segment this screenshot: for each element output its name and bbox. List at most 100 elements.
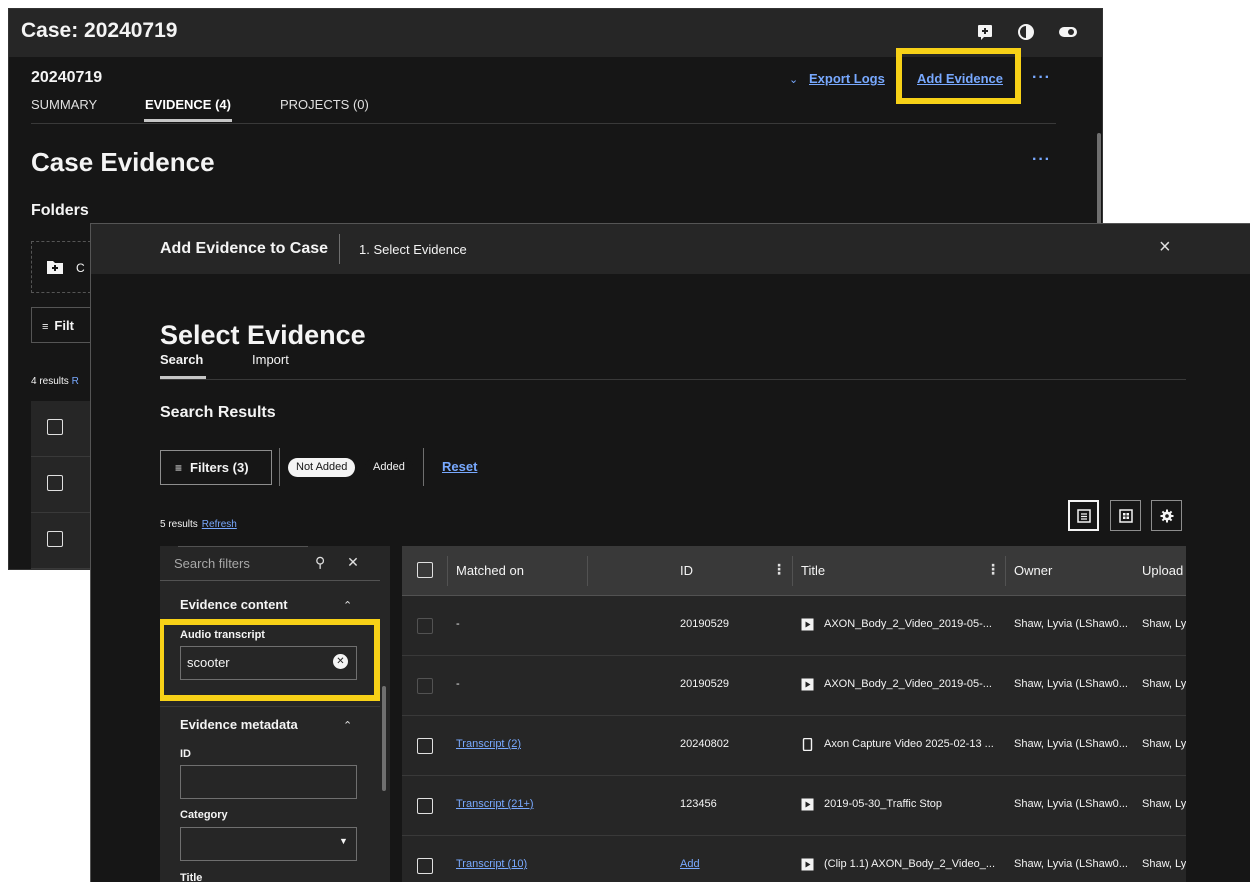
category-select[interactable]: ▼ bbox=[180, 827, 357, 861]
grid-view-icon bbox=[1118, 508, 1133, 523]
reset-link[interactable]: Reset bbox=[442, 459, 477, 474]
tab-projects[interactable]: PROJECTS (0) bbox=[280, 97, 369, 112]
column-id[interactable]: ID bbox=[680, 563, 693, 578]
table-row[interactable]: Transcript (21+) 123456 2019-05-30_Traffic… bbox=[402, 776, 1186, 836]
upload-cell: Shaw, Ly bbox=[1142, 618, 1186, 630]
export-logs-link[interactable]: Export Logs bbox=[791, 71, 885, 86]
evidence-content-section[interactable]: Evidence content bbox=[180, 597, 288, 612]
column-title[interactable]: Title bbox=[801, 563, 825, 578]
modal-title: Add Evidence to Case bbox=[160, 240, 329, 257]
close-icon[interactable]: ✕ bbox=[347, 554, 359, 570]
add-evidence-modal: Add Evidence to Case 1. Select Evidence … bbox=[90, 223, 1250, 882]
title-cell[interactable]: AXON_Body_2_Video_2019-05-... bbox=[824, 618, 992, 630]
table-row[interactable]: Transcript (2) 20240802 Axon Capture Video… bbox=[402, 716, 1186, 776]
chevron-up-icon[interactable]: ⌃ bbox=[343, 719, 352, 732]
id-cell: 123456 bbox=[680, 798, 717, 810]
row-checkbox bbox=[417, 678, 433, 694]
row-checkbox[interactable] bbox=[47, 475, 63, 491]
column-menu-icon[interactable]: ⋮ bbox=[986, 561, 1000, 578]
active-tab-indicator bbox=[144, 119, 232, 122]
upload-cell: Shaw, Ly bbox=[1142, 798, 1186, 810]
refresh-link[interactable]: Refresh bbox=[202, 519, 237, 530]
case-id: 20240719 bbox=[31, 69, 103, 86]
search-icon[interactable]: ⚲ bbox=[315, 554, 325, 570]
column-divider bbox=[447, 556, 448, 586]
close-icon[interactable]: × bbox=[1159, 236, 1171, 259]
table-row[interactable]: Transcript (10) Add (Clip 1.1) AXON_Body_2… bbox=[402, 836, 1186, 882]
matched-on-cell[interactable]: Transcript (21+) bbox=[456, 798, 534, 810]
filter-panel: Search filters ⚲ ✕ Evidence content ⌃ Au… bbox=[160, 546, 390, 882]
settings-button[interactable] bbox=[1151, 500, 1182, 531]
upload-cell: Shaw, Ly bbox=[1142, 858, 1186, 870]
matched-on-cell[interactable]: Transcript (2) bbox=[456, 738, 521, 750]
modal-header: Add Evidence to Case 1. Select Evidence … bbox=[91, 224, 1250, 274]
toggle-icon[interactable] bbox=[1058, 23, 1078, 41]
column-matched-on[interactable]: Matched on bbox=[456, 563, 524, 578]
refresh-link[interactable]: R bbox=[72, 376, 79, 387]
row-checkbox[interactable] bbox=[417, 858, 433, 874]
row-checkbox[interactable] bbox=[47, 531, 63, 547]
table-row[interactable]: - 20190529 AXON_Body_2_Video_2019-05-... Sh… bbox=[402, 656, 1186, 716]
added-tag[interactable]: Added bbox=[365, 458, 413, 477]
overflow-menu-icon[interactable]: ··· bbox=[1032, 151, 1051, 169]
column-upload[interactable]: Upload bbox=[1142, 563, 1183, 578]
title-cell[interactable]: Axon Capture Video 2025-02-13 ... bbox=[824, 738, 994, 750]
modal-step: 1. Select Evidence bbox=[359, 242, 467, 257]
tab-search[interactable]: Search bbox=[160, 352, 203, 367]
create-folder-label: C bbox=[76, 261, 85, 275]
tab-divider bbox=[31, 123, 1056, 124]
video-icon bbox=[801, 798, 814, 811]
owner-cell: Shaw, Lyvia (LShaw0... bbox=[1014, 678, 1128, 690]
select-all-checkbox[interactable] bbox=[417, 562, 433, 578]
matched-on-cell[interactable]: Transcript (10) bbox=[456, 858, 527, 870]
column-divider bbox=[587, 556, 588, 586]
tab-summary[interactable]: SUMMARY bbox=[31, 97, 97, 112]
tab-import[interactable]: Import bbox=[252, 352, 289, 367]
scrollbar[interactable] bbox=[1097, 133, 1101, 233]
filter-icon: ≡ bbox=[175, 461, 183, 475]
folders-heading: Folders bbox=[31, 202, 89, 219]
title-cell[interactable]: (Clip 1.1) AXON_Body_2_Video_... bbox=[824, 858, 995, 870]
overflow-menu-icon[interactable]: ··· bbox=[1032, 69, 1051, 87]
list-view-button[interactable] bbox=[1068, 500, 1099, 531]
scrollbar[interactable] bbox=[382, 686, 386, 791]
list-view-icon bbox=[1076, 508, 1091, 523]
id-cell[interactable]: Add bbox=[680, 858, 700, 870]
tab-divider bbox=[160, 379, 1186, 380]
contrast-icon[interactable] bbox=[1017, 23, 1035, 41]
id-label: ID bbox=[180, 748, 191, 760]
highlight-box bbox=[160, 619, 380, 701]
id-cell: 20190529 bbox=[680, 678, 729, 690]
results-count: 5 results Refresh bbox=[160, 519, 237, 530]
owner-cell: Shaw, Lyvia (LShaw0... bbox=[1014, 618, 1128, 630]
add-folder-icon bbox=[47, 261, 63, 274]
title-cell[interactable]: AXON_Body_2_Video_2019-05-... bbox=[824, 678, 992, 690]
matched-on-cell: - bbox=[456, 678, 460, 690]
filter-search-input[interactable]: Search filters bbox=[174, 556, 250, 571]
column-divider bbox=[1005, 556, 1006, 586]
search-results-heading: Search Results bbox=[160, 404, 276, 421]
filters-button[interactable]: ≡ Filters (3) bbox=[160, 450, 272, 485]
column-owner[interactable]: Owner bbox=[1014, 563, 1052, 578]
column-menu-icon[interactable]: ⋮ bbox=[772, 561, 786, 578]
evidence-metadata-section[interactable]: Evidence metadata bbox=[180, 717, 298, 732]
upload-cell: Shaw, Ly bbox=[1142, 738, 1186, 750]
owner-cell: Shaw, Lyvia (LShaw0... bbox=[1014, 738, 1128, 750]
table-row[interactable]: - 20190529 AXON_Body_2_Video_2019-05-... Sh… bbox=[402, 596, 1186, 656]
create-folder-card[interactable]: C bbox=[31, 241, 91, 293]
category-label: Category bbox=[180, 809, 228, 821]
not-added-tag[interactable]: Not Added bbox=[288, 458, 356, 477]
grid-view-button[interactable] bbox=[1110, 500, 1141, 531]
id-input[interactable] bbox=[180, 765, 357, 799]
video-icon bbox=[801, 618, 814, 631]
row-checkbox[interactable] bbox=[417, 798, 433, 814]
caret-down-icon: ▼ bbox=[339, 836, 348, 846]
select-all-checkbox[interactable] bbox=[47, 419, 63, 435]
tab-evidence[interactable]: EVIDENCE (4) bbox=[145, 97, 231, 112]
select-evidence-heading: Select Evidence bbox=[160, 320, 366, 350]
title-cell[interactable]: 2019-05-30_Traffic Stop bbox=[824, 798, 942, 810]
results-count: 4 results R bbox=[31, 376, 79, 387]
add-comment-icon[interactable] bbox=[976, 23, 994, 41]
row-checkbox[interactable] bbox=[417, 738, 433, 754]
chevron-up-icon[interactable]: ⌃ bbox=[343, 599, 352, 612]
